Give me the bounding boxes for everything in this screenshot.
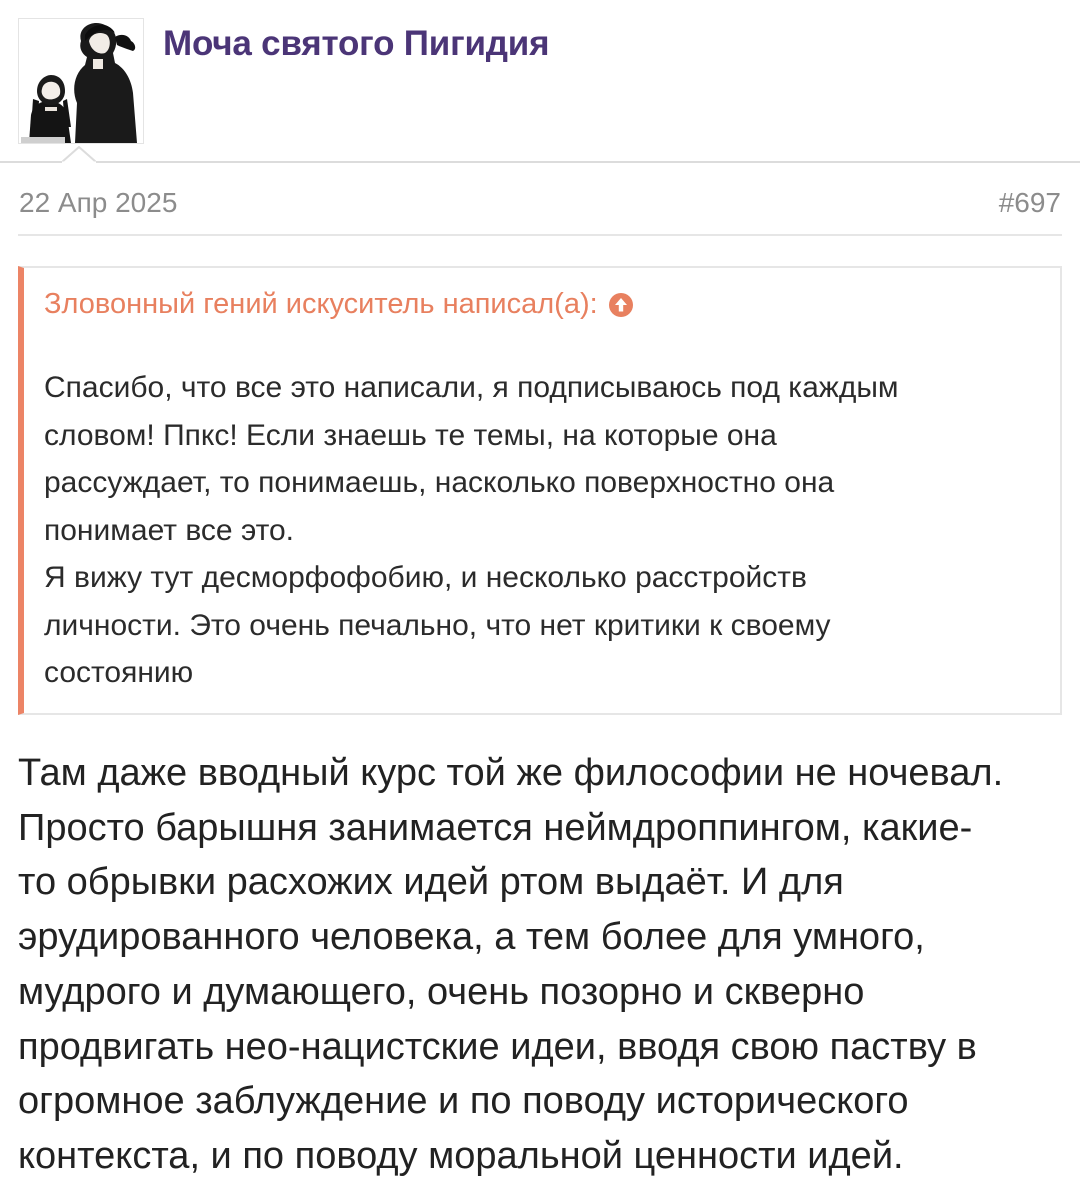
avatar-illustration xyxy=(19,19,143,143)
body-line: эрудированного человека, а тем более для… xyxy=(18,916,925,959)
forum-post: Моча святого Пигидия 22 Апр 2025 #697 Зл… xyxy=(0,0,1080,1185)
body-line: огромное заблуждение и по поводу историч… xyxy=(18,1080,909,1123)
quote-line: Я вижу тут десморфофобию, и несколько ра… xyxy=(44,561,807,594)
post-author-name[interactable]: Моча святого Пигидия xyxy=(163,24,550,64)
avatar[interactable] xyxy=(18,18,144,144)
body-line: Просто барышня занимается неймдроппингом… xyxy=(18,806,973,849)
post-body-text: Там даже вводный курс той же философии н… xyxy=(18,746,1068,1184)
body-line: то обрывки расхожих идей ртом выдаёт. И … xyxy=(18,861,844,904)
quote-line: словом! Ппкс! Если знаешь те темы, на ко… xyxy=(44,418,777,452)
body-line: контекста, и по поводу моральной ценност… xyxy=(18,1134,904,1177)
meta-divider xyxy=(18,234,1062,236)
body-line: мудрого и думающего, очень позорно и скв… xyxy=(18,970,865,1013)
post-header: Моча святого Пигидия xyxy=(0,0,1080,163)
quote-line: личности. Это очень печально, что нет кр… xyxy=(44,608,831,642)
quote-line: рассуждает, то понимаешь, насколько пове… xyxy=(44,466,835,499)
body-line: Там даже вводный курс той же философии н… xyxy=(18,752,1004,794)
quote-line: Спасибо, что все это написали, я подписы… xyxy=(44,371,899,404)
post-number[interactable]: #697 xyxy=(999,187,1061,219)
body-line: продвигать нео-нацистские идеи, вводя св… xyxy=(18,1025,977,1068)
header-divider xyxy=(0,161,1080,163)
quote-author-line[interactable]: Зловонный гений искуситель написал(а): xyxy=(44,288,634,321)
quote-text: Спасибо, что все это написали, я подписы… xyxy=(44,364,1049,697)
quote-author-text[interactable]: Зловонный гений искуситель написал(а): xyxy=(44,288,598,321)
avatar-pointer-notch xyxy=(62,146,96,163)
quote-line: понимает все это. xyxy=(44,513,295,547)
post-date[interactable]: 22 Апр 2025 xyxy=(19,187,177,219)
arrow-up-circle-icon[interactable] xyxy=(608,292,634,318)
quote-block: Зловонный гений искуситель написал(а): С… xyxy=(18,266,1062,715)
quote-line: состоянию xyxy=(44,656,194,689)
